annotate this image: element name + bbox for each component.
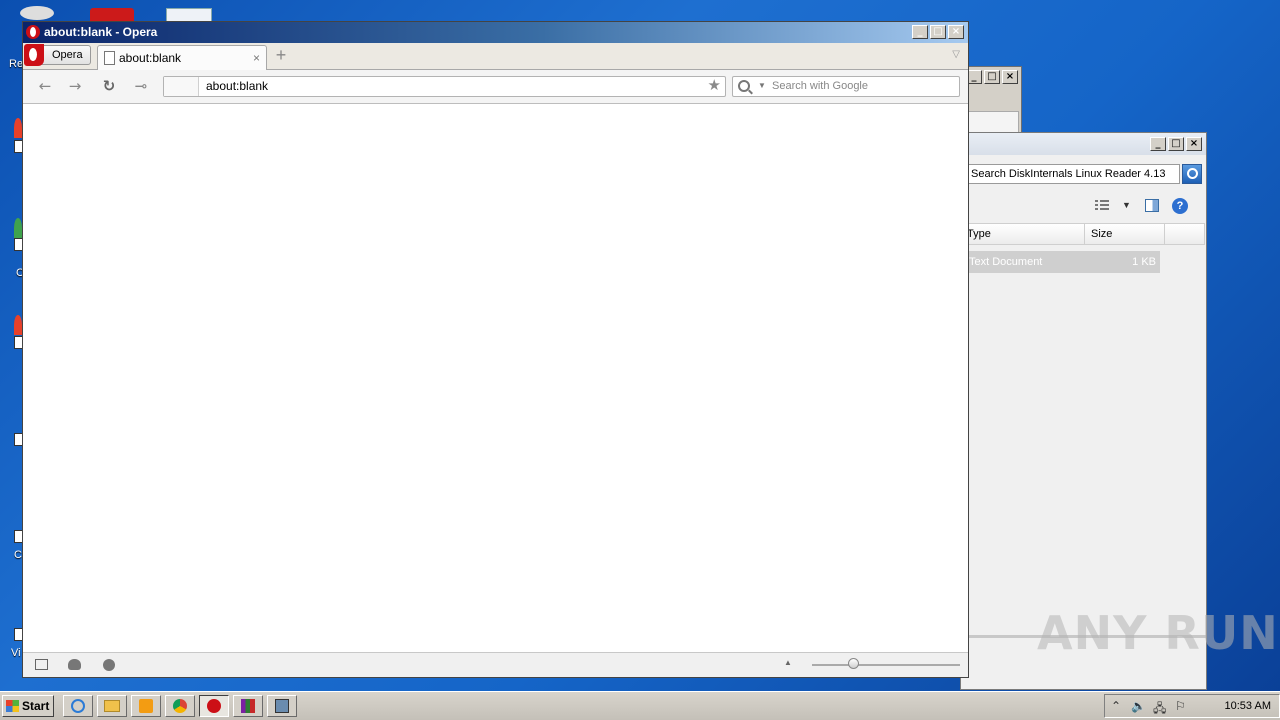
internet-explorer-icon — [71, 699, 85, 713]
chrome-icon — [173, 699, 187, 713]
opera-menu-label: Opera — [52, 49, 83, 61]
internet-explorer-button[interactable] — [63, 695, 93, 717]
desktop-shortcut-icon[interactable] — [14, 315, 22, 335]
tab-about-blank[interactable]: about:blank × — [97, 45, 267, 70]
preview-pane-icon[interactable] — [1145, 199, 1159, 212]
search-button[interactable] — [1182, 164, 1202, 184]
chrome-button[interactable] — [165, 695, 195, 717]
window-controls: _ □ × — [912, 25, 964, 39]
media-player-icon — [139, 699, 153, 713]
system-tray: ⌃ 🔈 🖧 ⚐ 10:53 AM — [1104, 694, 1280, 718]
clock[interactable]: 10:53 AM — [1225, 695, 1271, 717]
desktop-icon-label: C — [14, 549, 22, 561]
search-input[interactable]: Search with Google — [772, 77, 868, 96]
maximize-button[interactable]: □ — [984, 70, 1000, 84]
column-header-size[interactable]: Size — [1085, 223, 1165, 245]
search-engine-dropdown-icon[interactable]: ▼ — [758, 81, 766, 90]
window-title: about:blank - Opera — [44, 25, 158, 39]
key-icon[interactable]: ⊸ — [131, 77, 151, 95]
disk-reader-icon — [275, 699, 289, 713]
column-header-empty[interactable] — [1165, 223, 1205, 245]
start-label: Start — [22, 699, 50, 713]
desktop-shortcut-icon[interactable] — [14, 118, 22, 138]
opera-taskbar-button[interactable] — [199, 695, 229, 717]
desktop-app-icon[interactable] — [90, 8, 134, 22]
window-controls: _ □ × — [1150, 137, 1202, 151]
maximize-button[interactable]: □ — [930, 25, 946, 39]
tab-title: about:blank — [119, 51, 182, 65]
watermark: ANY RUN — [1037, 606, 1279, 660]
back-icon[interactable]: ← — [35, 77, 55, 95]
desktop-icon-label: Re — [9, 58, 24, 70]
start-button[interactable]: Start — [2, 695, 54, 717]
view-dropdown-icon[interactable]: ▼ — [1122, 200, 1131, 210]
file-row[interactable]: Text Document 1 KB — [967, 251, 1160, 273]
close-button[interactable]: × — [1186, 137, 1202, 151]
turbo-icon[interactable] — [103, 659, 115, 671]
maximize-button[interactable]: □ — [1168, 137, 1184, 151]
opera-menu-button[interactable]: Opera — [24, 44, 91, 66]
search-input[interactable]: Search DiskInternals Linux Reader 4.13 — [967, 164, 1180, 184]
action-center-flag-icon[interactable]: ⚐ — [1175, 699, 1186, 713]
opera-window[interactable]: about:blank - Opera _ □ × Opera about:bl… — [22, 21, 969, 678]
column-header-type[interactable]: Type — [961, 223, 1085, 245]
volume-icon[interactable]: 🔈 — [1131, 699, 1146, 713]
search-field[interactable]: ▼ Search with Google — [732, 76, 960, 97]
new-tab-icon[interactable]: + — [273, 46, 289, 64]
zoom-up-icon[interactable]: ▲ — [784, 658, 792, 667]
zoom-slider-track[interactable] — [812, 664, 960, 666]
background-window[interactable]: _ □ × — [960, 66, 1022, 136]
panel-toggle-icon[interactable] — [35, 659, 48, 670]
explorer-button[interactable] — [97, 695, 127, 717]
view-list-icon[interactable] — [1095, 199, 1109, 211]
title-bar[interactable]: about:blank - Opera _ □ × — [23, 22, 968, 43]
bookmark-star-icon[interactable]: ★ — [708, 76, 721, 96]
status-bar: ▲ — [23, 652, 968, 677]
file-type: Text Document — [969, 256, 1043, 268]
diskinternals-taskbar-button[interactable] — [267, 695, 297, 717]
address-bar[interactable]: about:blank ★ — [163, 76, 726, 97]
opera-logo-icon — [24, 44, 44, 66]
archiver-icon — [241, 699, 255, 713]
page-icon — [104, 51, 115, 65]
zoom-slider-knob[interactable] — [848, 658, 859, 669]
forward-icon[interactable]: → — [65, 77, 85, 95]
address-input[interactable]: about:blank — [206, 77, 268, 96]
tab-menu-icon[interactable]: ▽ — [952, 49, 960, 60]
help-icon[interactable]: ? — [1172, 198, 1188, 214]
desktop-icon-label: Vi — [11, 647, 21, 659]
close-button[interactable]: × — [948, 25, 964, 39]
site-info-badge[interactable] — [164, 77, 199, 96]
desktop-shortcut-icon[interactable] — [14, 218, 22, 238]
file-size: 1 KB — [1132, 256, 1156, 268]
minimize-button[interactable]: _ — [1150, 137, 1166, 151]
search-icon — [738, 80, 750, 92]
close-button[interactable]: × — [1002, 70, 1018, 84]
archiver-button[interactable] — [233, 695, 263, 717]
tab-bar: Opera about:blank × + ▽ — [23, 43, 968, 70]
recycle-bin-icon[interactable] — [20, 6, 54, 20]
tab-close-icon[interactable]: × — [253, 46, 260, 70]
reload-icon[interactable]: ↻ — [99, 77, 119, 95]
minimize-button[interactable]: _ — [912, 25, 928, 39]
opera-icon — [207, 699, 221, 713]
navigation-bar: ← → ↻ ⊸ about:blank ★ ▼ Search with Goog… — [23, 70, 968, 104]
folder-icon — [104, 700, 120, 712]
sync-cloud-icon[interactable] — [68, 659, 81, 670]
windows-logo-icon — [6, 700, 19, 712]
show-hidden-icons-icon[interactable]: ⌃ — [1111, 699, 1121, 713]
opera-logo-icon — [26, 25, 40, 39]
page-content[interactable] — [23, 104, 968, 652]
taskbar: Start ⌃ 🔈 🖧 ⚐ 10:53 AM — [0, 691, 1280, 720]
media-player-button[interactable] — [131, 695, 161, 717]
window-controls: _ □ × — [966, 70, 1018, 84]
network-icon[interactable]: 🖧 — [1153, 699, 1166, 720]
